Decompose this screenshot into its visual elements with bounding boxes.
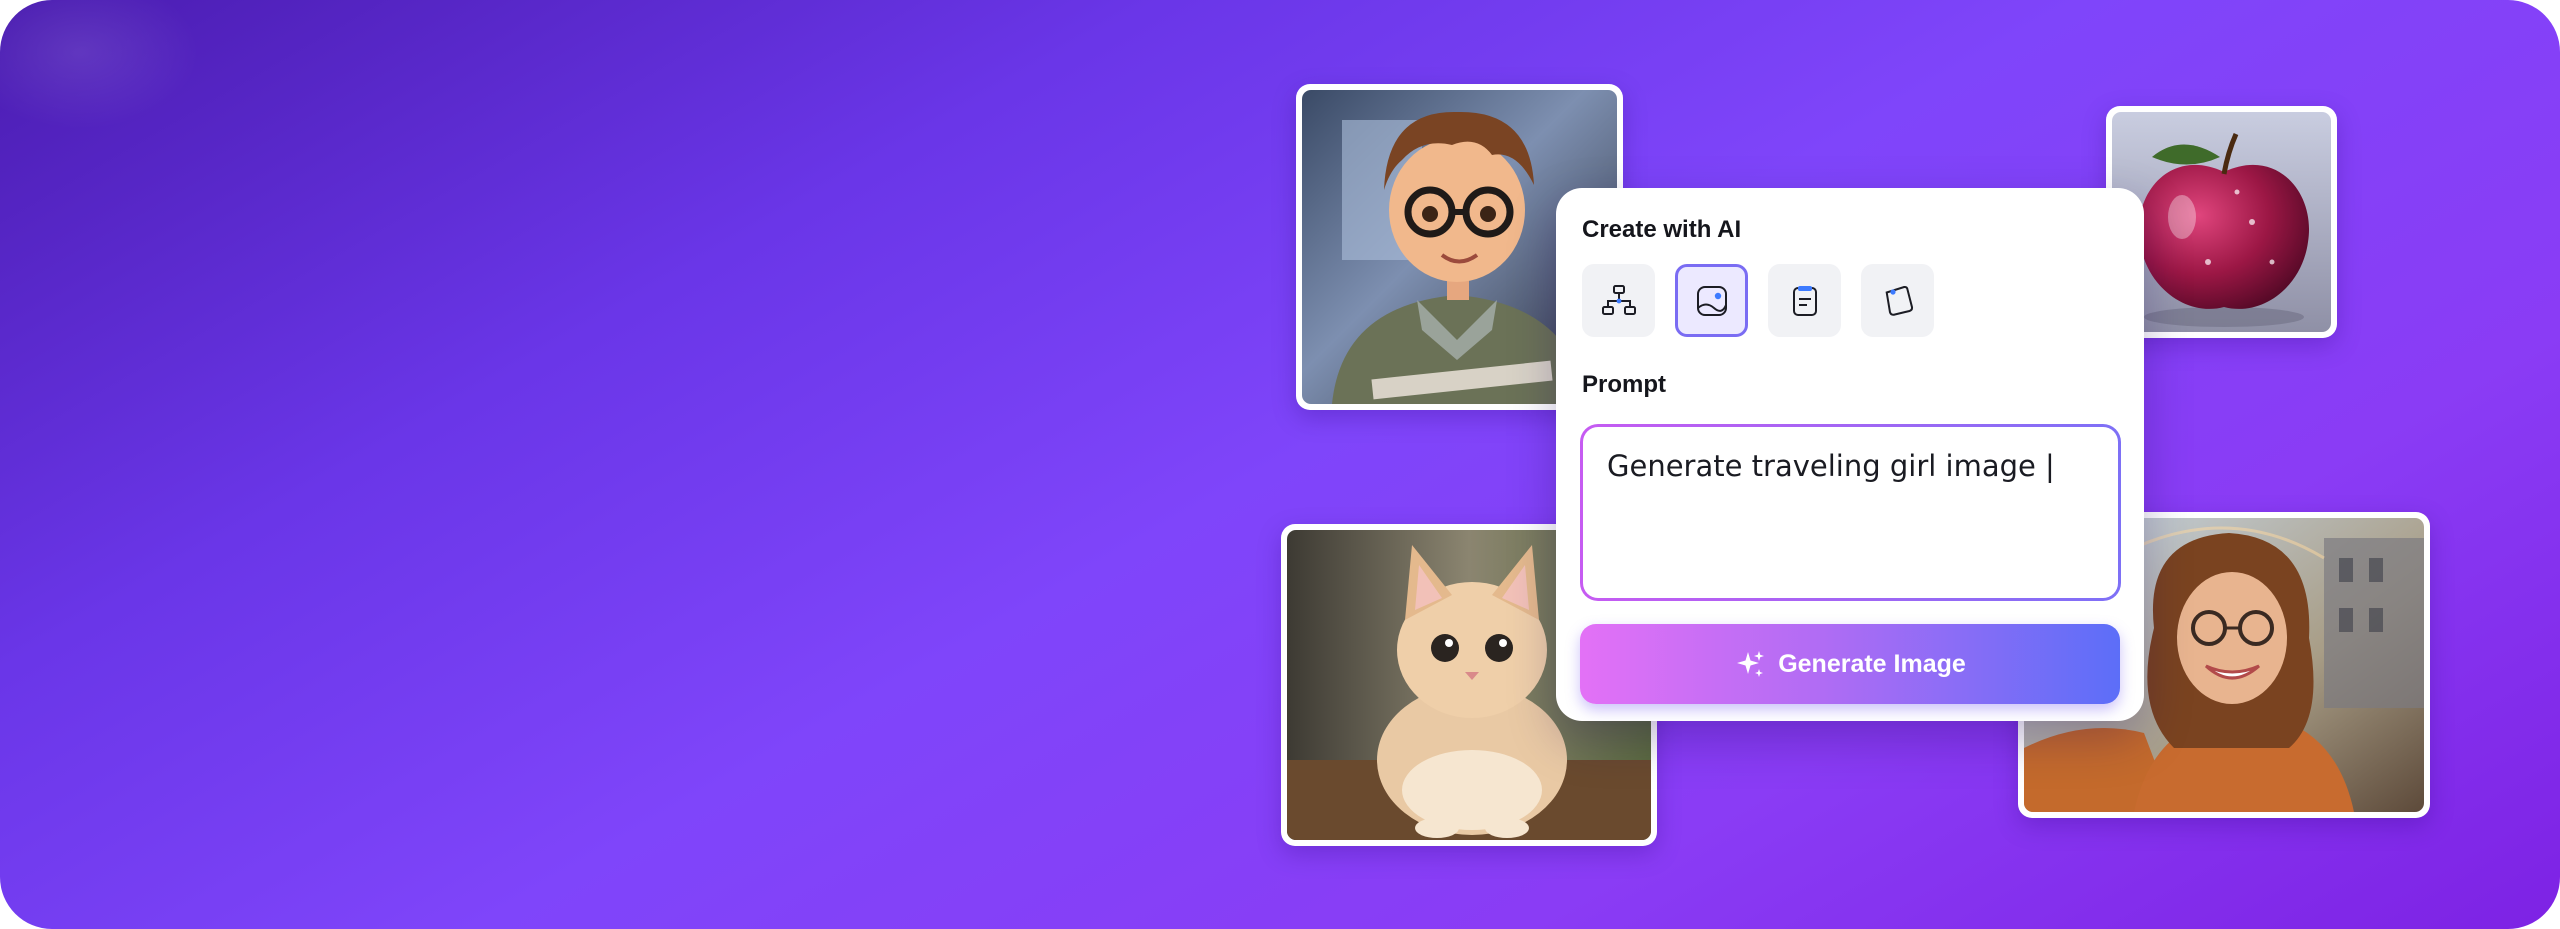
document-tool-button[interactable] <box>1768 264 1841 337</box>
flowchart-tool-button[interactable] <box>1582 264 1655 337</box>
create-with-ai-card: Create with AI Prompt Generate traveling… <box>1556 188 2144 721</box>
image-tool-button[interactable] <box>1675 264 1748 337</box>
prompt-input-field[interactable]: Generate traveling girl image | <box>1583 427 2118 598</box>
prompt-label: Prompt <box>1582 371 1666 398</box>
prompt-input[interactable]: Generate traveling girl image | <box>1580 424 2121 601</box>
prompt-text: Generate traveling girl image | <box>1607 449 2055 483</box>
document-icon <box>1792 285 1817 316</box>
image-icon <box>1696 285 1727 316</box>
sparkle-icon <box>1737 651 1765 677</box>
corner-glow <box>0 0 200 130</box>
tool-selector <box>1582 264 1934 337</box>
sticky-note-icon <box>1885 285 1913 316</box>
card-title: Create with AI <box>1582 216 1742 243</box>
generate-image-label: Generate Image <box>1778 649 1966 678</box>
hero-banner: Create with AI Prompt Generate traveling… <box>0 0 2560 929</box>
flowchart-icon <box>1601 284 1636 315</box>
generate-image-button[interactable]: Generate Image <box>1580 624 2120 704</box>
sticky-note-tool-button[interactable] <box>1861 264 1934 337</box>
